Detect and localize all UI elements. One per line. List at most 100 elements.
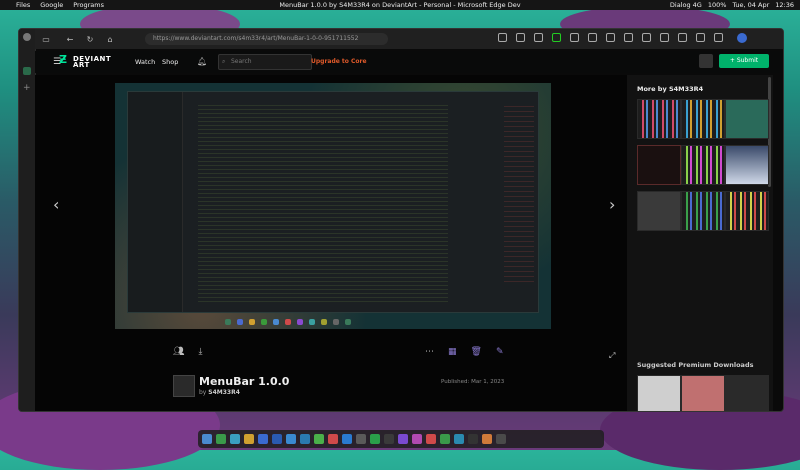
app-icon[interactable] — [356, 434, 366, 444]
profile-avatar[interactable] — [699, 54, 713, 68]
premium-thumbnail[interactable] — [725, 375, 769, 411]
back-icon[interactable]: ← — [63, 32, 77, 46]
add-tab-icon[interactable]: + — [23, 83, 31, 93]
browser-window: + ▭ ← ↻ ⌂ https://www.deviantart.com/s4m… — [18, 28, 784, 412]
screenshot-taskbar — [225, 319, 351, 325]
suggested-heading: Suggested Premium Downloads — [637, 361, 754, 369]
sidebar-toggle-icon[interactable]: ▭ — [39, 32, 53, 46]
related-thumbnail[interactable] — [637, 191, 681, 231]
next-arrow-icon[interactable]: › — [609, 195, 615, 214]
related-thumbnail[interactable] — [637, 145, 681, 185]
extension-icon[interactable] — [642, 33, 651, 42]
extension-icon[interactable] — [660, 33, 669, 42]
extension-icon[interactable] — [534, 33, 543, 42]
extension-icon[interactable] — [606, 33, 615, 42]
extension-icon[interactable] — [570, 33, 579, 42]
related-thumbnail[interactable] — [637, 99, 681, 139]
refresh-icon[interactable]: ↻ — [83, 32, 97, 46]
app-icon[interactable] — [454, 434, 464, 444]
edit-icon[interactable]: ✎ — [496, 347, 504, 357]
app-icon[interactable] — [286, 434, 296, 444]
code-area — [198, 102, 448, 302]
network-label[interactable]: Dialog 4G — [670, 1, 702, 9]
watchers-icon[interactable]: 👥︎ — [173, 347, 184, 357]
prev-arrow-icon[interactable]: ‹ — [53, 195, 59, 214]
more-by-heading: More by S4M33R4 — [637, 85, 704, 93]
start-icon[interactable] — [202, 434, 212, 444]
logo-mark-icon: Ƶ — [59, 53, 68, 66]
profile-icon[interactable] — [23, 33, 31, 41]
search-input[interactable]: ⌕ Search — [218, 54, 312, 70]
browser-sidebar: + — [19, 29, 36, 411]
app-icon[interactable] — [426, 434, 436, 444]
more-options-icon[interactable]: ⋯ — [425, 347, 434, 357]
extension-icon[interactable] — [498, 33, 507, 42]
download-icon[interactable]: ⤓ — [198, 347, 202, 357]
home-icon[interactable]: ⌂ — [103, 32, 117, 46]
app-icon[interactable] — [328, 434, 338, 444]
premium-thumbnail[interactable] — [637, 375, 681, 411]
deviantart-logo[interactable]: Ƶ DEVIANT ART — [59, 54, 111, 69]
upgrade-core-link[interactable]: Upgrade to Core — [311, 58, 367, 65]
watch-link[interactable]: Watch — [135, 58, 155, 66]
app-icon[interactable] — [398, 434, 408, 444]
artwork-image[interactable] — [115, 83, 551, 329]
date-label[interactable]: Tue, 04 Apr — [732, 1, 769, 9]
app-icon[interactable] — [300, 434, 310, 444]
related-thumbnail[interactable] — [681, 99, 725, 139]
app-icon[interactable] — [468, 434, 478, 444]
by-prefix: by — [199, 389, 207, 396]
submit-button[interactable]: + Submit — [719, 54, 769, 68]
artwork-actions-right: ⋯ ▦ 🗑︎ ✎ — [425, 347, 504, 357]
time-label[interactable]: 12:36 — [775, 1, 794, 9]
author-link[interactable]: S4M33R4 — [208, 389, 240, 396]
search-placeholder: Search — [231, 58, 252, 65]
related-thumbnail[interactable] — [725, 99, 769, 139]
fullscreen-icon[interactable]: ⤢ — [609, 351, 615, 361]
extension-icon[interactable] — [696, 33, 705, 42]
bell-icon[interactable]: 🔔︎ — [197, 57, 207, 66]
gallery-icon[interactable]: ▦ — [448, 347, 457, 357]
tab-icon[interactable] — [23, 67, 31, 75]
related-thumbnail[interactable] — [725, 191, 769, 231]
delete-icon[interactable]: 🗑︎ — [471, 347, 482, 357]
app-icon[interactable] — [482, 434, 492, 444]
app-icon[interactable] — [272, 434, 282, 444]
extension-icon[interactable] — [714, 33, 723, 42]
extension-icons — [498, 33, 723, 42]
app-icon[interactable] — [384, 434, 394, 444]
app-icon[interactable] — [412, 434, 422, 444]
editor-sidebar — [128, 92, 183, 312]
extension-icon[interactable] — [624, 33, 633, 42]
artwork-title: MenuBar 1.0.0 — [199, 375, 290, 388]
battery-label[interactable]: 100% — [708, 1, 727, 9]
extension-icon[interactable] — [678, 33, 687, 42]
more-by-panel: More by S4M33R4 Suggested Premium Downlo… — [627, 75, 773, 411]
files-icon[interactable] — [216, 434, 226, 444]
copilot-icon[interactable] — [737, 33, 747, 43]
system-tray: Dialog 4G 100% Tue, 04 Apr 12:36 — [670, 1, 794, 9]
folder-icon[interactable] — [244, 434, 254, 444]
extension-icon[interactable] — [552, 33, 561, 42]
related-thumbnail[interactable] — [681, 191, 725, 231]
app-icon[interactable] — [314, 434, 324, 444]
address-bar[interactable]: https://www.deviantart.com/s4m33r4/art/M… — [145, 33, 388, 45]
site-header: ☰ Ƶ DEVIANT ART Watch Shop 🔔︎ ⌕ Search U… — [35, 51, 783, 73]
browser-toolbar: ▭ ← ↻ ⌂ https://www.deviantart.com/s4m33… — [35, 29, 783, 49]
related-thumbnail[interactable] — [725, 145, 769, 185]
extension-icon[interactable] — [516, 33, 525, 42]
app-icon[interactable] — [496, 434, 506, 444]
premium-thumbnail[interactable] — [681, 375, 725, 411]
edge-icon[interactable] — [230, 434, 240, 444]
app-icon[interactable] — [258, 434, 268, 444]
system-menubar: Files Google Programs MenuBar 1.0.0 by S… — [0, 0, 800, 10]
author-avatar[interactable] — [173, 375, 195, 397]
shop-link[interactable]: Shop — [162, 58, 178, 66]
taskbar — [198, 430, 604, 448]
extension-icon[interactable] — [588, 33, 597, 42]
app-icon[interactable] — [440, 434, 450, 444]
artwork-panel: ‹ › 👥︎ ⤓ ⋯ ▦ 🗑︎ ✎ ⤢ MenuBar 1.0.0 by S4M… — [35, 75, 627, 411]
vscode-icon[interactable] — [342, 434, 352, 444]
related-thumbnail[interactable] — [681, 145, 725, 185]
spotify-icon[interactable] — [370, 434, 380, 444]
